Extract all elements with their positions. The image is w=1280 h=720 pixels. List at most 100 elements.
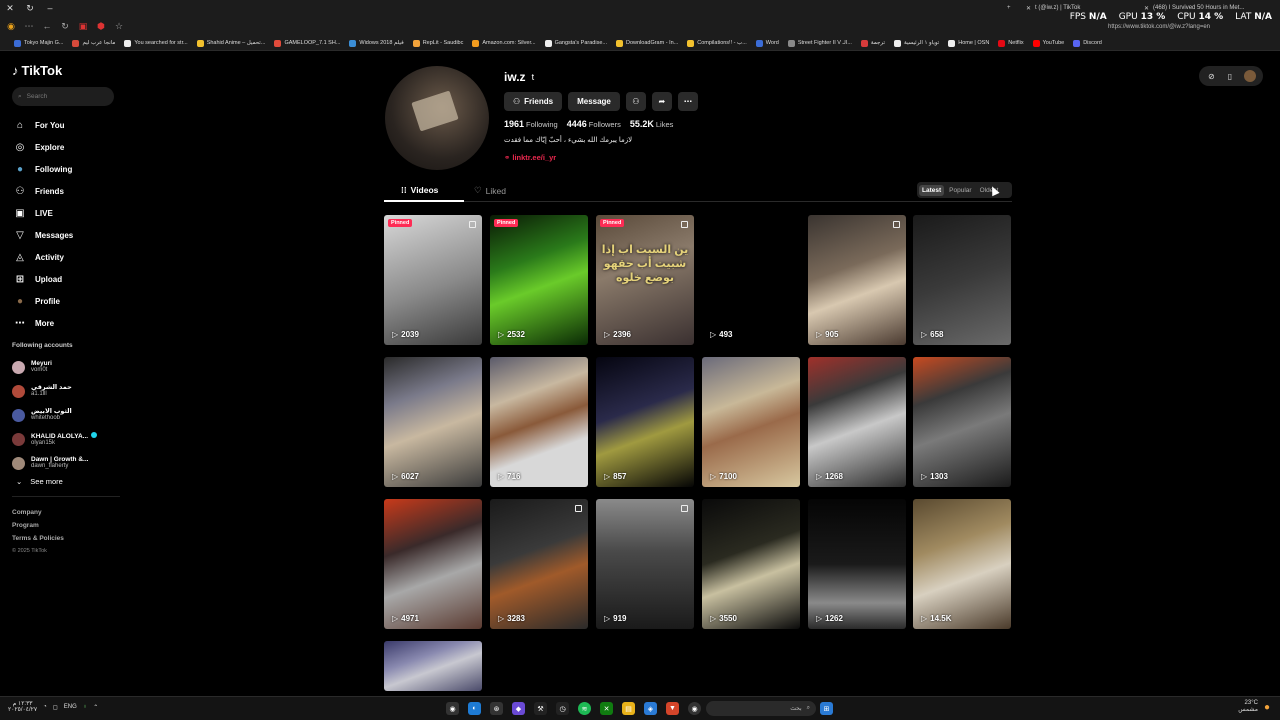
app-icon[interactable]: ◷ bbox=[556, 702, 569, 715]
bookmark-item[interactable]: You searched for str... bbox=[124, 39, 188, 47]
following-account-item[interactable]: Dawn | Growth &... dawn_flaherty bbox=[12, 451, 125, 475]
search-input[interactable]: ⌕ Search bbox=[12, 87, 114, 106]
adblock-icon[interactable]: ⬢ bbox=[94, 19, 108, 33]
xbox-icon[interactable]: ✕ bbox=[600, 702, 613, 715]
sidebar-item-upload[interactable]: ⊞ Upload bbox=[12, 268, 125, 290]
back-icon[interactable]: ← bbox=[40, 19, 54, 33]
bookmark-item[interactable]: DownloadGram - In... bbox=[615, 39, 678, 47]
sidebar-item-more[interactable]: ⋯ More bbox=[12, 312, 125, 334]
sort-popular[interactable]: Popular bbox=[946, 185, 974, 196]
video-card[interactable]: ▷ 14.5K bbox=[913, 499, 1011, 629]
footer-company-link[interactable]: Company bbox=[12, 509, 125, 516]
bookmark-item[interactable]: RepLit - Saudibc bbox=[412, 39, 463, 47]
address-bar[interactable]: https://www.tiktok.com/@iw.z?lang=en bbox=[1108, 24, 1210, 30]
taskbar-weather[interactable]: 23°C مشمس ● bbox=[1238, 700, 1270, 714]
sidebar-item-activity[interactable]: ◬ Activity bbox=[12, 246, 125, 268]
video-card[interactable]: ▷ 493 bbox=[702, 215, 800, 345]
video-card[interactable]: Pinned ين السبت اب إذا شبيت أب حقهو بوضع … bbox=[596, 215, 694, 345]
get-coins-icon[interactable]: ⊘ bbox=[1206, 71, 1216, 81]
edge-icon[interactable]: ◐ bbox=[468, 702, 481, 715]
bookmark-item[interactable]: توياو ١ الرئيسية bbox=[894, 39, 939, 47]
sidebar-item-friends[interactable]: ⚇ Friends bbox=[12, 180, 125, 202]
bookmark-item[interactable]: Tokyo Majin G... bbox=[14, 39, 63, 47]
chrome-icon[interactable]: ◉ bbox=[446, 702, 459, 715]
profile-link[interactable]: ⚭ linktr.ee/i_yr bbox=[504, 153, 556, 162]
video-card[interactable]: ▷ 1262 bbox=[808, 499, 906, 629]
sidebar-item-profile[interactable]: ● Profile bbox=[12, 290, 125, 312]
bookmark-item[interactable]: Widows 2018 فيلم bbox=[349, 39, 404, 47]
bookmark-item[interactable]: Home | OSN bbox=[948, 39, 989, 47]
bookmark-item[interactable]: GAMELOOP_7.1 SH... bbox=[274, 39, 340, 47]
minimize-icon[interactable]: – bbox=[43, 1, 57, 15]
bookmark-item[interactable]: Netflix bbox=[998, 39, 1024, 47]
video-card[interactable]: ▷ 6027 bbox=[384, 357, 482, 487]
video-card[interactable]: ▷ 3550 bbox=[702, 499, 800, 629]
user-avatar[interactable] bbox=[1243, 70, 1256, 82]
video-card[interactable]: ▷ 905 bbox=[808, 215, 906, 345]
video-card[interactable]: ▷ 919 bbox=[596, 499, 694, 629]
bookmark-item[interactable]: مانجا عرب ليم bbox=[72, 39, 115, 47]
video-card[interactable]: ▷ 7100 bbox=[702, 357, 800, 487]
refresh-icon[interactable]: ↻ bbox=[23, 1, 37, 15]
bookmark-item[interactable]: Amazon.com: Silver... bbox=[472, 39, 536, 47]
stat-followers[interactable]: 4446 Followers bbox=[567, 119, 621, 129]
stat-following[interactable]: 1961 Following bbox=[504, 119, 558, 129]
tiktok-logo[interactable]: ♪ TikTok bbox=[12, 63, 125, 78]
footer-terms-link[interactable]: Terms & Policies bbox=[12, 535, 125, 542]
message-button[interactable]: Message bbox=[568, 92, 620, 111]
friends-button[interactable]: ⚇ Friends bbox=[504, 92, 563, 111]
reload-icon[interactable]: ↻ bbox=[58, 19, 72, 33]
following-account-item[interactable]: Meyuri vom0t bbox=[12, 355, 125, 379]
device-icon[interactable]: ▯ bbox=[1225, 71, 1235, 81]
bookmark-item[interactable]: Shahid Anime – تحميل... bbox=[196, 39, 265, 47]
bookmark-item[interactable]: Gangsta's Paradise... bbox=[544, 39, 607, 47]
video-card[interactable]: ▷ 4971 bbox=[384, 499, 482, 629]
start-icon[interactable]: ⊞ bbox=[820, 702, 833, 715]
sidebar-item-messages[interactable]: ▽ Messages bbox=[12, 224, 125, 246]
bookmark-item[interactable]: Street Fighter II V الـ... bbox=[787, 39, 852, 47]
wifi-icon[interactable]: ◔ bbox=[43, 704, 47, 710]
video-card[interactable] bbox=[384, 641, 482, 691]
new-tab-button[interactable]: + bbox=[1003, 2, 1015, 14]
menu-icon[interactable]: ⋯ bbox=[22, 19, 36, 33]
video-card[interactable]: ▷ 1268 bbox=[808, 357, 906, 487]
extension-icon[interactable]: ▣ bbox=[76, 19, 90, 33]
language-indicator[interactable]: ENG bbox=[64, 704, 77, 710]
steam-icon[interactable]: ⊛ bbox=[490, 702, 503, 715]
chrome-icon[interactable]: ◉ bbox=[688, 702, 701, 715]
volume-icon[interactable]: ◻ bbox=[53, 704, 58, 711]
bookmark-item[interactable]: Word bbox=[755, 39, 779, 47]
mic-icon[interactable]: ♁ bbox=[83, 704, 88, 710]
taskbar-search[interactable]: بحث ⌕ bbox=[706, 701, 816, 716]
video-card[interactable]: ▷ 857 bbox=[596, 357, 694, 487]
footer-program-link[interactable]: Program bbox=[12, 522, 125, 529]
tab-close-icon[interactable]: ✕ bbox=[1026, 5, 1031, 12]
sidebar-item-for-you[interactable]: ⌂ For You bbox=[12, 114, 125, 136]
following-account-item[interactable]: KHALID ALOLYA... olyan15k bbox=[12, 427, 125, 451]
suggested-accounts-button[interactable]: ⚇ bbox=[625, 92, 646, 111]
file-explorer-icon[interactable]: ▤ bbox=[622, 702, 635, 715]
close-window-icon[interactable]: ✕ bbox=[3, 1, 17, 15]
sidebar-item-live[interactable]: ▣ LIVE bbox=[12, 202, 125, 224]
sort-latest[interactable]: Latest bbox=[919, 184, 945, 196]
bookmark-item[interactable]: Discord bbox=[1073, 39, 1102, 47]
video-card[interactable]: ▷ 716 bbox=[490, 357, 588, 487]
tray-overflow-icon[interactable]: ⌃ bbox=[93, 704, 98, 711]
video-card[interactable]: Pinned ▷ 2039 bbox=[384, 215, 482, 345]
bookmark-star-icon[interactable]: ☆ bbox=[112, 19, 126, 33]
see-more-button[interactable]: ⌄ See more bbox=[12, 477, 125, 486]
more-options-button[interactable]: ⋯ bbox=[677, 92, 698, 111]
tab-close-icon[interactable]: ✕ bbox=[1144, 5, 1149, 12]
following-account-item[interactable]: الثوب الابيض whitethoob bbox=[12, 403, 125, 427]
sidebar-item-following[interactable]: ● Following bbox=[12, 158, 125, 180]
video-card[interactable]: Pinned ▷ 2532 bbox=[490, 215, 588, 345]
share-button[interactable]: ➦ bbox=[651, 92, 672, 111]
following-account-item[interactable]: حمد الشرقي a1.1lll bbox=[12, 379, 125, 403]
brave-icon[interactable]: ▼ bbox=[666, 702, 679, 715]
app-icon[interactable]: ◈ bbox=[644, 702, 657, 715]
video-card[interactable]: ▷ 1303 bbox=[913, 357, 1011, 487]
tab-liked[interactable]: ♡ Liked bbox=[474, 185, 506, 196]
bookmark-item[interactable]: YouTube bbox=[1032, 39, 1064, 47]
sidebar-item-explore[interactable]: ◎ Explore bbox=[12, 136, 125, 158]
video-card[interactable]: ▷ 658 bbox=[913, 215, 1011, 345]
